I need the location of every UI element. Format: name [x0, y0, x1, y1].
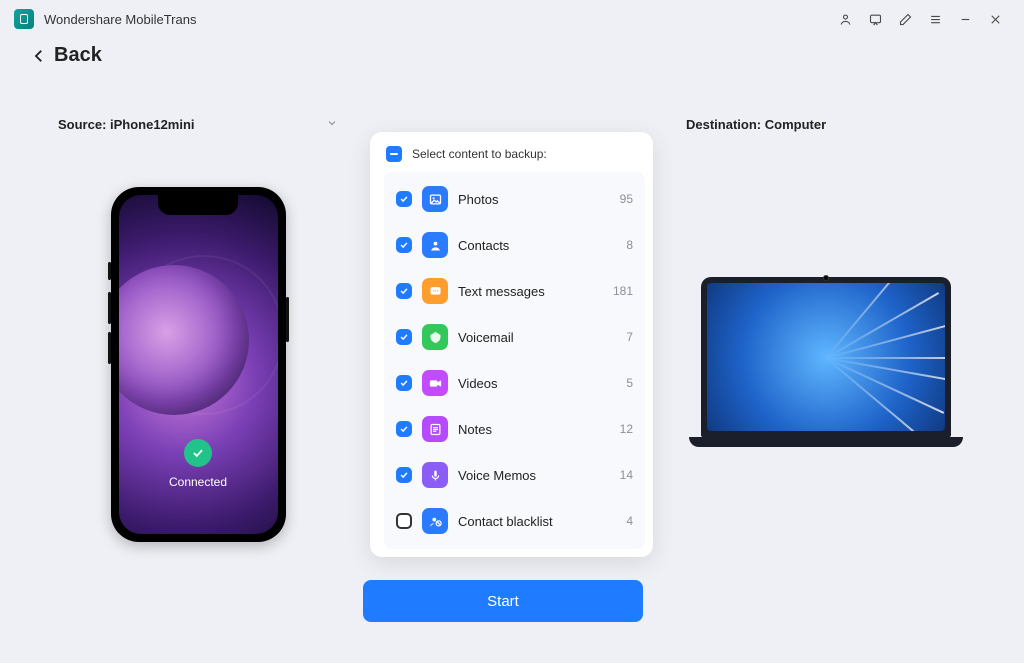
source-device-image: Connected	[111, 187, 286, 542]
videos-icon	[422, 370, 448, 396]
list-item[interactable]: Photos 95	[388, 176, 641, 222]
app-logo-icon	[14, 9, 34, 29]
title-bar: Wondershare MobileTrans	[0, 0, 1024, 38]
item-count: 95	[620, 192, 633, 206]
item-checkbox[interactable]	[396, 283, 412, 299]
contacts-icon	[422, 232, 448, 258]
item-label: Notes	[458, 422, 610, 437]
photos-icon	[422, 186, 448, 212]
item-checkbox[interactable]	[396, 237, 412, 253]
list-item[interactable]: Text messages 181	[388, 268, 641, 314]
list-item[interactable]: Calendar7	[388, 544, 641, 549]
status-text: Connected	[169, 475, 227, 489]
connection-status: Connected	[169, 439, 227, 489]
destination-device: Computer	[765, 117, 826, 132]
item-label: Contact blacklist	[458, 514, 616, 529]
list-item[interactable]: Videos 5	[388, 360, 641, 406]
item-label: Videos	[458, 376, 616, 391]
source-device: iPhone12mini	[110, 117, 195, 132]
app-title: Wondershare MobileTrans	[44, 12, 196, 27]
item-count: 4	[626, 514, 633, 528]
select-all-checkbox[interactable]	[386, 146, 402, 162]
feedback-icon[interactable]	[860, 4, 890, 34]
item-count: 7	[626, 330, 633, 344]
destination-column: Destination: Computer	[686, 117, 966, 447]
item-checkbox[interactable]	[396, 329, 412, 345]
start-button[interactable]: Start	[363, 580, 643, 622]
destination-device-image	[701, 277, 951, 447]
minimize-button[interactable]	[950, 4, 980, 34]
item-checkbox[interactable]	[396, 191, 412, 207]
item-label: Voice Memos	[458, 468, 610, 483]
destination-prefix: Destination:	[686, 117, 765, 132]
item-count: 5	[626, 376, 633, 390]
list-item[interactable]: Voicemail 7	[388, 314, 641, 360]
voicememo-icon	[422, 462, 448, 488]
content-list[interactable]: Photos 95 Contacts 8 Text messages 181 Voicema…	[384, 172, 645, 549]
source-column: Source: iPhone12mini	[58, 117, 338, 542]
list-item[interactable]: Contact blacklist 4	[388, 498, 641, 544]
back-button[interactable]: Back	[30, 44, 102, 67]
blacklist-icon	[422, 508, 448, 534]
item-count: 14	[620, 468, 633, 482]
item-label: Contacts	[458, 238, 616, 253]
notes-icon	[422, 416, 448, 442]
menu-icon[interactable]	[920, 4, 950, 34]
check-icon	[184, 439, 212, 467]
voicemail-icon	[422, 324, 448, 350]
item-checkbox[interactable]	[396, 467, 412, 483]
item-checkbox[interactable]	[396, 375, 412, 391]
destination-label: Destination: Computer	[686, 117, 966, 132]
panel-title: Select content to backup:	[412, 147, 547, 161]
edit-icon[interactable]	[890, 4, 920, 34]
item-checkbox[interactable]	[396, 513, 412, 529]
list-item[interactable]: Voice Memos 14	[388, 452, 641, 498]
messages-icon	[422, 278, 448, 304]
source-prefix: Source:	[58, 117, 110, 132]
source-select[interactable]: Source: iPhone12mini	[58, 117, 338, 132]
item-label: Photos	[458, 192, 610, 207]
back-label: Back	[54, 44, 102, 67]
item-checkbox[interactable]	[396, 421, 412, 437]
item-count: 8	[626, 238, 633, 252]
item-label: Text messages	[458, 284, 603, 299]
item-label: Voicemail	[458, 330, 616, 345]
item-count: 12	[620, 422, 633, 436]
account-icon[interactable]	[830, 4, 860, 34]
content-panel: Select content to backup: Photos 95 Contac…	[370, 132, 653, 557]
close-button[interactable]	[980, 4, 1010, 34]
list-item[interactable]: Contacts 8	[388, 222, 641, 268]
list-item[interactable]: Notes 12	[388, 406, 641, 452]
item-count: 181	[613, 284, 633, 298]
chevron-down-icon	[326, 117, 338, 132]
